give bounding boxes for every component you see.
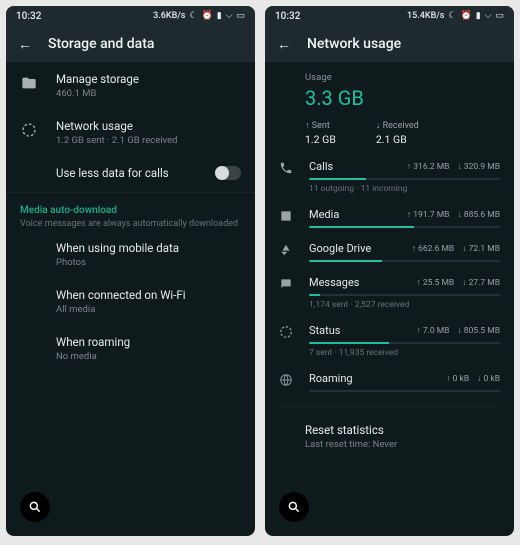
network-usage-row[interactable]: Network usage 1.2 GB sent · 2.1 GB recei… (6, 109, 255, 156)
alarm-icon: ⏰ (201, 11, 212, 21)
progress-bar (309, 294, 500, 296)
page-title: Network usage (307, 36, 401, 52)
usage-summary: Usage 3.3 GB ↑ Sent 1.2 GB ↓ Received 2.… (265, 62, 514, 152)
progress-bar (309, 178, 500, 180)
folder-icon (20, 74, 38, 92)
progress-bar (309, 260, 500, 262)
received-label: ↓ Received (376, 120, 419, 131)
wifi-icon: ⌵ (485, 11, 492, 21)
manage-storage-row[interactable]: Manage storage 460.1 MB (6, 62, 255, 109)
usage-item-media[interactable]: Media↑ 191.7 MB↓ 885.6 MB (265, 200, 514, 234)
back-icon[interactable]: ← (18, 36, 32, 53)
network-usage-screen: 10:32 15.4KB/s ☾ ⏰ ▮ ⌵ ▭ ← Network usage… (265, 6, 514, 536)
progress-bar (309, 342, 500, 344)
when-wifi-row[interactable]: When connected on Wi-Fi All media (6, 278, 255, 325)
status-right: 15.4KB/s ☾ ⏰ ▮ ⌵ ▭ (407, 11, 504, 21)
usage-item-status[interactable]: Status↑ 7.0 MB↓ 805.5 MB 7 sent · 11,935… (265, 316, 514, 364)
media-auto-download-header: Media auto-download Voice messages are a… (6, 195, 255, 231)
moon-icon: ☾ (448, 11, 456, 21)
use-less-data-row[interactable]: Use less data for calls (6, 156, 255, 190)
zoom-fab[interactable] (279, 492, 309, 522)
message-icon (279, 277, 295, 293)
battery-icon: ▭ (495, 11, 504, 21)
signal-icon: ▮ (476, 11, 481, 21)
when-mobile-data-row[interactable]: When using mobile data Photos (6, 231, 255, 278)
usage-total: 3.3 GB (305, 86, 498, 110)
divider (6, 192, 255, 193)
page-title: Storage and data (48, 36, 154, 52)
battery-icon: ▭ (236, 11, 245, 21)
alarm-icon: ⏰ (460, 11, 471, 21)
zoom-fab[interactable] (20, 492, 50, 522)
when-roaming-row[interactable]: When roaming No media (6, 325, 255, 372)
wifi-icon: ⌵ (226, 11, 233, 21)
google-drive-icon (279, 243, 295, 259)
status-icon (279, 325, 295, 341)
status-right: 3.6KB/s ☾ ⏰ ▮ ⌵ ▭ (153, 11, 245, 21)
globe-icon (279, 373, 295, 389)
progress-bar (309, 226, 500, 228)
sent-label: ↑ Sent (305, 120, 336, 131)
usage-item-messages[interactable]: Messages↑ 25.5 MB↓ 27.7 MB 1,174 sent · … (265, 268, 514, 316)
media-icon (279, 209, 295, 225)
phone-icon (279, 161, 295, 177)
back-icon[interactable]: ← (277, 36, 291, 53)
progress-bar (309, 390, 500, 392)
use-less-data-toggle[interactable] (215, 166, 241, 180)
status-time: 10:32 (16, 11, 41, 22)
status-bar: 10:32 3.6KB/s ☾ ⏰ ▮ ⌵ ▭ (6, 6, 255, 26)
signal-icon: ▮ (217, 11, 222, 21)
app-bar: ← Network usage (265, 26, 514, 62)
reset-statistics-row[interactable]: Reset statistics Last reset time: Never (265, 407, 514, 458)
usage-item-google-drive[interactable]: Google Drive↑ 662.6 MB↓ 72.1 MB (265, 234, 514, 268)
data-usage-icon (20, 121, 38, 139)
app-bar: ← Storage and data (6, 26, 255, 62)
moon-icon: ☾ (189, 11, 197, 21)
status-time: 10:32 (275, 11, 300, 22)
storage-and-data-screen: 10:32 3.6KB/s ☾ ⏰ ▮ ⌵ ▭ ← Storage and da… (6, 6, 255, 536)
status-bar: 10:32 15.4KB/s ☾ ⏰ ▮ ⌵ ▭ (265, 6, 514, 26)
usage-item-roaming[interactable]: Roaming↑ 0 kB↓ 0 kB (265, 364, 514, 398)
usage-item-calls[interactable]: Calls↑ 316.2 MB↓ 320.9 MB 11 outgoing · … (265, 152, 514, 200)
